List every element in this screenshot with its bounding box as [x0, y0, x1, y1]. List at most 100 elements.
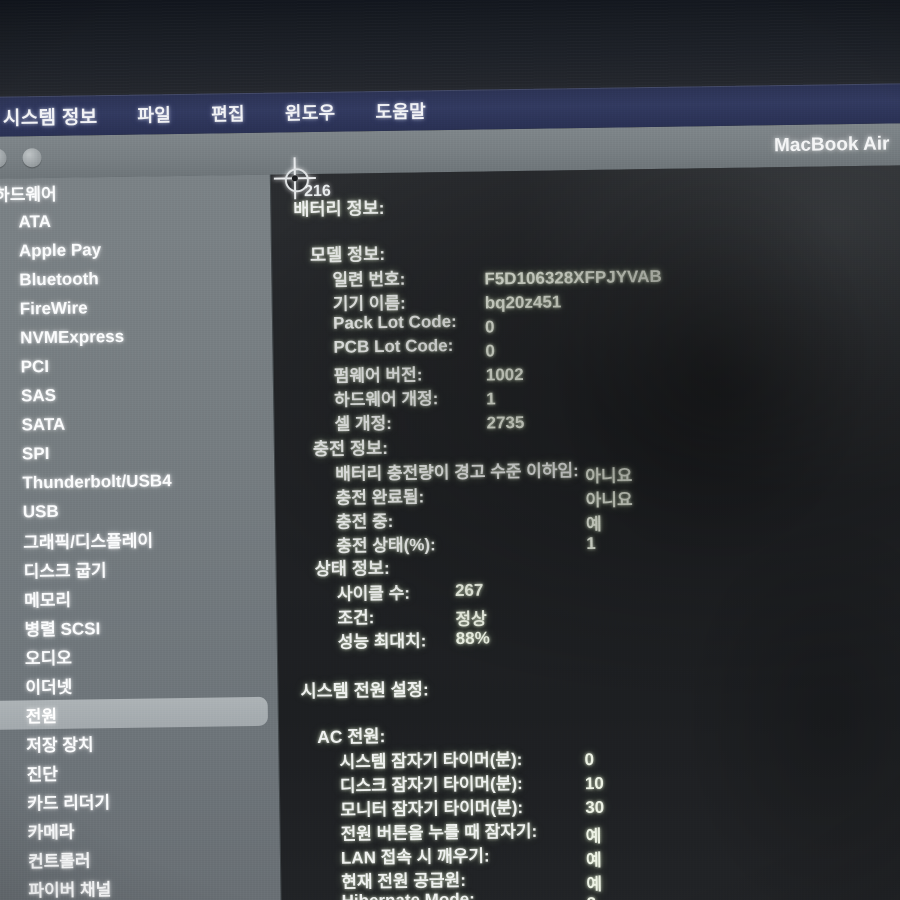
sidebar-item-22[interactable]: 카메라 [0, 813, 280, 846]
sidebar-item-1[interactable]: ATA [0, 204, 271, 237]
sidebar-item-label: NVMExpress [20, 326, 125, 347]
sidebar-item-8[interactable]: SATA [0, 407, 274, 440]
detail-value: 아니요 [585, 466, 633, 487]
detail-key: 충전 중: [335, 511, 394, 532]
detail-value: 예 [585, 850, 602, 871]
detail-key: Hibernate Mode: [341, 890, 474, 900]
detail-value: 0 [584, 749, 595, 770]
sidebar-item-label: Apple Pay [18, 239, 102, 260]
detail-value: 10 [584, 773, 604, 794]
sidebar-item-label: Thunderbolt/USB4 [22, 470, 172, 492]
window-title: MacBook Air [773, 133, 890, 157]
sidebar-item-label: 하드웨어 [0, 184, 57, 205]
sidebar-item-3[interactable]: Bluetooth [0, 262, 272, 295]
detail-value: 30 [585, 797, 605, 818]
section-heading-ac: AC 전원: [317, 726, 386, 748]
menu-item-help[interactable]: 도움말 [375, 97, 426, 124]
sidebar-item-label: FireWire [19, 297, 88, 318]
sidebar-item-6[interactable]: PCI [0, 349, 273, 382]
screenshot-root: 시스템 정보 파일 편집 윈도우 도움말 MacBook Air 하드웨어 ATA… [0, 0, 900, 900]
detail-value: F5D106328XFPJYVAB [484, 266, 662, 289]
sidebar-item-label: 저장 장치 [26, 735, 94, 756]
detail-value: 0 [485, 341, 496, 361]
detail-key: PCB Lot Code: [333, 335, 454, 357]
detail-pane: 배터리 정보: 모델 정보: 일련 번호: F5D106328XFPJYVAB 기기 이… [270, 165, 900, 900]
detail-value: 267 [454, 580, 484, 600]
detail-key: 일련 번호: [332, 269, 406, 290]
sidebar-item-2[interactable]: Apple Pay [0, 233, 271, 266]
sidebar-item-9[interactable]: SPI [0, 436, 274, 469]
detail-value: 1 [486, 389, 496, 409]
detail-value: 88% [455, 628, 490, 648]
detail-value: 예 [585, 826, 602, 847]
sidebar-item-11[interactable]: USB [0, 494, 275, 527]
menu-item-window[interactable]: 윈도우 [285, 99, 336, 126]
section-heading-health: 상태 정보: [314, 557, 390, 580]
detail-key: 셀 개정: [334, 413, 392, 434]
section-heading-power-settings: 시스템 전원 설정: [300, 679, 429, 702]
detail-key: 전원 버튼을 누를 때 잠자기: [340, 821, 538, 844]
detail-value: 아니요 [585, 490, 633, 511]
menu-app-title[interactable]: 시스템 정보 [3, 102, 98, 130]
sidebar-item-14[interactable]: 메모리 [0, 581, 276, 614]
detail-value: 0 [484, 317, 495, 337]
sidebar[interactable]: 하드웨어 ATA Apple Pay Bluetooth FireWire NVMExpr… [0, 174, 282, 900]
section-heading-model: 모델 정보: [309, 243, 386, 266]
sidebar-item-24[interactable]: 파이버 채널 [0, 871, 281, 900]
detail-key: 펌웨어 버전: [333, 365, 423, 386]
detail-key: 충전 완료됨: [335, 487, 425, 508]
sidebar-item-label: SATA [21, 414, 66, 434]
detail-key: 성능 최대치: [337, 631, 427, 652]
detail-key: 조건: [337, 608, 375, 628]
detail-value: bq20z451 [484, 292, 562, 313]
minimize-button[interactable] [0, 148, 7, 168]
sidebar-item-label: 그래픽/디스플레이 [23, 531, 154, 553]
detail-value: 예 [586, 874, 603, 895]
sidebar-item-10[interactable]: Thunderbolt/USB4 [0, 465, 275, 498]
detail-value: 정상 [455, 609, 487, 629]
sidebar-item-13[interactable]: 디스크 굽기 [0, 552, 276, 585]
sidebar-item-label: 카드 리더기 [26, 793, 111, 814]
sidebar-item-0[interactable]: 하드웨어 [0, 175, 270, 208]
sidebar-item-label: 진단 [26, 764, 59, 785]
detail-value: 1 [586, 533, 596, 554]
section-heading-charge: 충전 정보: [312, 437, 389, 460]
sidebar-item-label: 메모리 [23, 590, 72, 611]
sidebar-item-label: 전원 [25, 706, 58, 727]
sidebar-item-12[interactable]: 그래픽/디스플레이 [0, 523, 275, 556]
detail-key: 기기 이름: [332, 293, 406, 314]
sidebar-item-21[interactable]: 카드 리더기 [0, 784, 279, 817]
cursor-readout: 216 [303, 182, 331, 201]
zoom-button[interactable] [22, 148, 42, 168]
sidebar-item-20[interactable]: 진단 [0, 755, 279, 788]
sidebar-item-4[interactable]: FireWire [0, 291, 272, 324]
sidebar-item-label: 디스크 굽기 [23, 561, 107, 582]
sidebar-item-7[interactable]: SAS [0, 378, 273, 411]
sidebar-item-18[interactable]: 전원 [0, 696, 268, 730]
sidebar-item-label: Bluetooth [19, 268, 99, 289]
sidebar-item-label: USB [22, 501, 59, 521]
sidebar-item-label: SPI [21, 443, 50, 463]
sidebar-item-16[interactable]: 오디오 [0, 639, 277, 672]
detail-key: LAN 접속 시 깨우기: [340, 846, 490, 868]
sidebar-item-label: PCI [20, 356, 50, 376]
sidebar-item-label: 병렬 SCSI [24, 619, 101, 640]
menu-item-edit[interactable]: 편집 [211, 100, 245, 126]
sidebar-item-label: 오디오 [24, 648, 73, 669]
sidebar-item-label: 이더넷 [25, 677, 73, 698]
sidebar-item-17[interactable]: 이더넷 [0, 668, 278, 701]
detail-key: 현재 전원 공급원: [341, 870, 467, 892]
sidebar-item-label: 컨트롤러 [27, 851, 91, 872]
detail-value: 1002 [485, 364, 524, 385]
detail-key: 하드웨어 개정: [334, 389, 439, 410]
sidebar-item-5[interactable]: NVMExpress [0, 320, 272, 353]
sidebar-item-15[interactable]: 병렬 SCSI [0, 610, 277, 643]
detail-key: Pack Lot Code: [332, 311, 457, 333]
window-traffic-lights [0, 148, 42, 168]
detail-key: 사이클 수: [336, 583, 411, 604]
sidebar-item-label: ATA [18, 211, 52, 231]
sidebar-item-23[interactable]: 컨트롤러 [0, 842, 280, 875]
sidebar-item-19[interactable]: 저장 장치 [0, 726, 278, 759]
menu-item-file[interactable]: 파일 [137, 101, 171, 127]
detail-value: 3 [587, 894, 597, 900]
